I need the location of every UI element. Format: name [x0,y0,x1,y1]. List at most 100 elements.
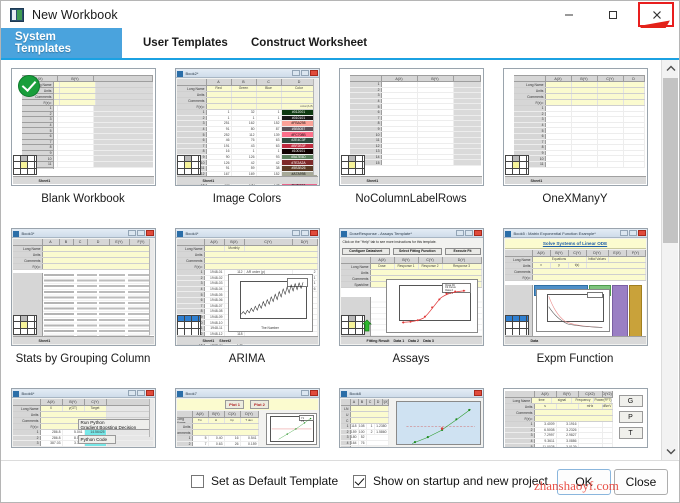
thumbnail-wrap: A(X) B(Y) C(Y) D Long Name Units Comment… [502,68,648,186]
template-name: Blank Workbook [41,193,125,205]
sheet-tab: Sheet1 [38,179,51,183]
template-name: OneXManyY [542,193,608,205]
sheet-col-header: C [257,79,282,85]
sheet-tab-bar: Sheet1 [340,176,482,184]
row-label: Long Name [176,86,207,91]
tab-user-templates[interactable]: User Templates [129,28,242,58]
template-hint: Click on the "Help" tab to see more inst… [340,239,482,246]
thumbnail-wrap: Book4* A(X) B(X) C(Y) D(Y) Long Name Mon… [174,228,320,346]
template-item-onexmanyy[interactable]: A(X) B(Y) C(Y) D Long Name Units Comment… [493,68,657,228]
plot1-button[interactable]: Plot 1 [225,400,244,409]
sheet-tab[interactable]: Data 3 [420,339,434,343]
mini-window-title: Book5 : Matrix Exponential Function Exam… [503,229,647,238]
template-item-image-colors[interactable]: Book2* A B C D Long Name Red Green Blue … [165,68,329,228]
long-name: Red [206,86,232,91]
scroll-up-arrow-icon[interactable] [662,60,679,77]
plot2-button[interactable]: Plot 2 [250,400,269,409]
template-item-arima[interactable]: Book4* A(X) B(X) C(Y) D(Y) Long Name Mon… [165,228,329,388]
sheet-tab[interactable]: Data 1 [390,339,404,343]
sheet-tab[interactable]: Sheet2 [215,339,231,343]
template-item-fftcols[interactable]: A(X) B(Y) C(X2) D(Y2) Long Name time sig… [493,388,657,458]
template-item-expm-function[interactable]: Book5 : Matrix Exponential Function Exam… [493,228,657,388]
sheet-navigator [176,155,201,175]
embedded-plot: Dose Fit Fit Curve Data 2 Data 3 [385,279,478,333]
selection-marker-icon [360,319,374,333]
template-row: Book3* A B C D E(Y) F(Y) Long Name Units… [1,228,657,388]
mini-window-title: Book3* [11,229,155,238]
workbook-icon [340,230,347,237]
selected-check-icon [17,75,40,97]
sheet-tab-bar: Sheet1 [12,176,154,184]
tab-label: System Templates [15,31,72,55]
embedded-plot [395,401,481,445]
sheet-tab[interactable]: Sheet1 [203,339,215,343]
scrollbar-thumb[interactable] [663,78,678,243]
maximize-button[interactable] [591,1,635,28]
window-title: New Workbook [32,7,118,22]
template-name: Stats by Grouping Column [15,353,151,365]
mini-vertical-scrollbar[interactable] [312,79,318,175]
mini-vertical-scrollbar[interactable] [148,239,154,335]
sheet-col-header: C(Y) [598,76,624,81]
template-thumbnail: Book3* A B C D E(Y) F(Y) Long Name Units… [10,228,156,346]
long-name: Blue [256,86,282,91]
template-banner: Solve Systems of Linear ODE [504,239,646,249]
row-number: 6 [21,133,54,139]
thumbnail-wrap: A(X) B(Y) C(X2) D(Y2) Long Name time sig… [502,388,648,448]
template-item-assays[interactable]: DoseResponse - Assays Template* Click on… [329,228,493,388]
tab-system-templates[interactable]: System Templates [1,28,122,58]
workbook-icon [10,7,24,22]
g-button[interactable]: G [618,395,643,407]
thumbnail-wrap: Book7 Plot 1 Plot 2 A(X) B(Y) C(X) D(Y) … [174,388,320,448]
embedded-plot: The Number [227,274,313,332]
template-thumbnail: A(X) B(Y) 1 2 3 4 5 6 7 8 9 10 11 12 13 … [338,68,484,186]
sheet-tab: Sheet1 [366,179,379,183]
workbook-icon [176,230,183,237]
sheet-tab[interactable]: Data 2 [405,339,419,343]
sheet-tab-bar: Sheet1 [176,176,318,184]
ok-button[interactable]: OK [557,469,611,495]
thumbnail-wrap: Book5 : Matrix Exponential Function Exam… [502,228,648,346]
mini-vertical-scrollbar[interactable] [148,399,154,437]
sheet-navigator [504,315,529,335]
embedded-plot [535,289,610,332]
python-code-button[interactable]: Python Code [77,435,116,444]
workbook-icon [504,230,511,237]
scroll-down-arrow-icon[interactable] [662,443,679,460]
embedded-plot: Y1 Y2 [265,413,317,445]
row-label: Units [176,92,207,97]
minimize-button[interactable] [547,1,591,28]
tab-construct-worksheet[interactable]: Construct Worksheet [237,28,381,58]
template-item-python[interactable]: Book6* A(X) B(Y) C(Y) Long Name X y(GT) … [1,388,165,458]
configure-datasheet-button[interactable]: Configure Datasheet [341,247,390,255]
sheet-tab: Sheet1 [38,339,51,343]
t-button[interactable]: T [618,427,643,439]
close-button[interactable] [635,1,679,28]
execute-fit-button[interactable]: Execute Fit [444,247,481,255]
template-item-nocolumnlabelrows[interactable]: A(X) B(Y) 1 2 3 4 5 6 7 8 9 10 11 12 13 … [329,68,493,228]
content-vertical-scrollbar[interactable] [661,60,678,460]
checkbox-box[interactable] [353,474,366,488]
row-number: 8 [21,145,54,150]
template-item-blank-workbook[interactable]: A(X) B(Y) Long Name Units Comments F(x)=… [1,68,165,228]
select-fitting-function-button[interactable]: Select Fitting Function [393,247,442,255]
template-name: Image Colors [212,193,282,205]
close-button-footer[interactable]: Close [614,469,668,495]
sheet-tab[interactable]: Fitting Result [367,339,390,343]
p-button[interactable]: P [618,411,643,423]
template-item-stats-by-grouping-column[interactable]: Book3* A B C D E(Y) F(Y) Long Name Units… [1,228,165,388]
show-on-startup-checkbox[interactable]: Show on startup and new project [353,474,548,488]
run-python-button[interactable]: Run Python Gradient Boosting Decision [77,419,152,430]
template-item-scatterfit[interactable]: Book8 A B C D (X) LN U C 1 118 108 1 1.2… [329,388,493,458]
tab-bar: System Templates User Templates Construc… [1,28,679,58]
sheet-tab[interactable]: Data [531,339,539,343]
template-grid-area: A(X) B(Y) Long Name Units Comments F(x)=… [1,60,679,460]
template-name: Assays [392,353,430,365]
template-grid: A(X) B(Y) Long Name Units Comments F(x)=… [1,60,657,458]
checkbox-box[interactable] [191,474,204,488]
set-default-template-checkbox[interactable]: Set as Default Template [191,474,338,488]
sheet-tab-bar: Data [504,336,646,344]
workbook-icon [12,230,19,237]
template-item-twoplot[interactable]: Book7 Plot 1 Plot 2 A(X) B(Y) C(X) D(Y) … [165,388,329,458]
mini-window-title: Book2* [175,69,319,78]
